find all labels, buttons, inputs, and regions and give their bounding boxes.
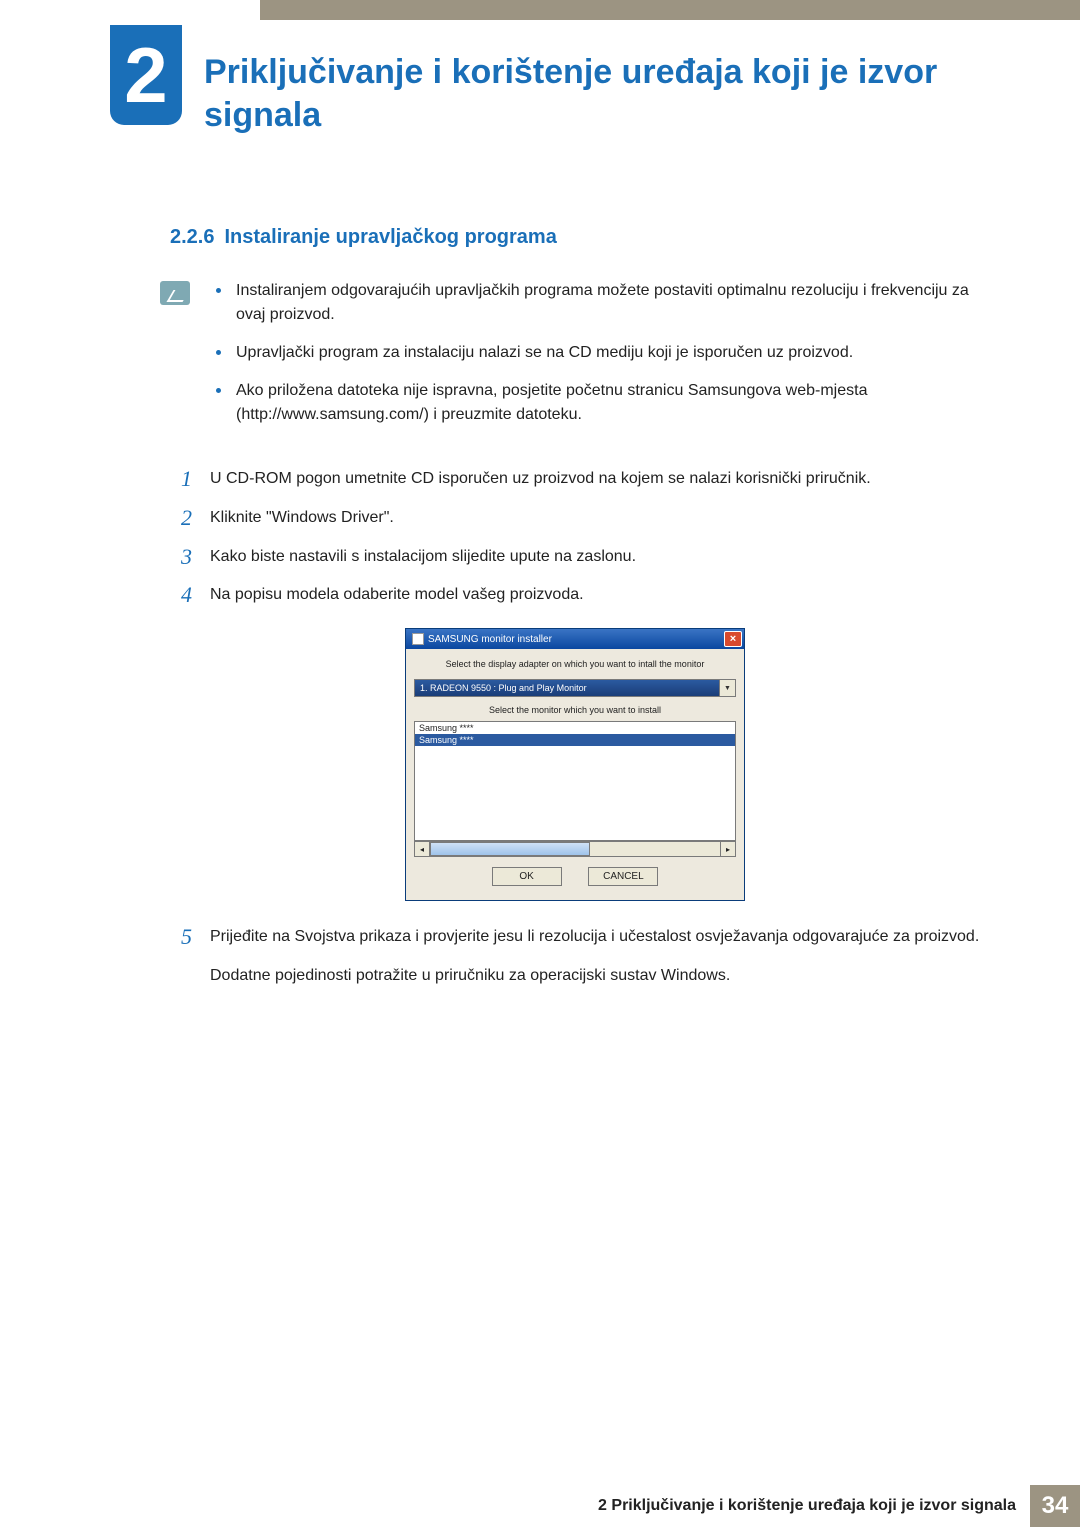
step-number: 3 [170, 545, 192, 569]
chapter-header: 2 Priključivanje i korištenje uređaja ko… [110, 25, 1020, 136]
adapter-select-value: 1. RADEON 9550 : Plug and Play Monitor [414, 679, 720, 697]
button-row: OK CANCEL [414, 857, 736, 892]
list-item[interactable]: Samsung **** [415, 722, 735, 734]
step-number: 2 [170, 506, 192, 530]
ok-button[interactable]: OK [492, 867, 562, 886]
installer-body: Select the display adapter on which you … [406, 649, 744, 900]
close-icon[interactable]: × [724, 631, 742, 647]
step-text: Kliknite "Windows Driver". [210, 506, 980, 531]
step-text: U CD-ROM pogon umetnite CD isporučen uz … [210, 467, 980, 492]
installer-label-adapter: Select the display adapter on which you … [414, 659, 736, 669]
installer-titlebar: SAMSUNG monitor installer × [406, 629, 744, 649]
chapter-number-badge: 2 [110, 25, 182, 125]
chevron-down-icon[interactable]: ▼ [720, 679, 736, 697]
step-text: Prijeđite na Svojstva prikaza i provjeri… [210, 925, 980, 950]
step-number: 1 [170, 467, 192, 491]
chapter-title: Priključivanje i korištenje uređaja koji… [204, 25, 990, 136]
step: 1 U CD-ROM pogon umetnite CD isporučen u… [170, 467, 980, 492]
section-heading: 2.2.6 Instaliranje upravljačkog programa [170, 226, 980, 249]
scroll-left-icon[interactable]: ◂ [414, 841, 430, 857]
note-bullet: Instaliranjem odgovarajućih upravljačkih… [214, 279, 980, 327]
section-title: Instaliranje upravljačkog programa [224, 226, 556, 248]
page-footer: 2 Priključivanje i korištenje uređaja ko… [0, 1485, 1080, 1527]
step-number: 5 [170, 925, 192, 949]
installer-window: SAMSUNG monitor installer × Select the d… [405, 628, 745, 901]
footer-text: 2 Priključivanje i korištenje uređaja ko… [598, 1487, 1016, 1525]
app-icon [412, 633, 424, 645]
installer-screenshot: SAMSUNG monitor installer × Select the d… [405, 628, 745, 901]
note-bullet: Upravljački program za instalaciju nalaz… [214, 341, 980, 365]
step: Dodatne pojedinosti potražite u priručni… [170, 964, 980, 989]
cancel-button[interactable]: CANCEL [588, 867, 658, 886]
note-block: Instaliranjem odgovarajućih upravljačkih… [160, 279, 980, 441]
note-icon [160, 281, 190, 305]
monitor-listbox[interactable]: Samsung **** Samsung **** [414, 721, 736, 841]
content: 2.2.6Instaliranje upravljačkog programa … [170, 226, 1020, 989]
horizontal-scrollbar[interactable]: ◂ ▸ [414, 841, 736, 857]
scroll-thumb[interactable] [430, 842, 590, 856]
step-text: Kako biste nastavili s instalacijom slij… [210, 545, 980, 570]
step-text: Na popisu modela odaberite model vašeg p… [210, 583, 980, 608]
step: 3 Kako biste nastavili s instalacijom sl… [170, 545, 980, 570]
list-item[interactable]: Samsung **** [415, 734, 735, 746]
installer-title: SAMSUNG monitor installer [428, 634, 552, 645]
step-text: Dodatne pojedinosti potražite u priručni… [210, 964, 980, 989]
note-bullets: Instaliranjem odgovarajućih upravljačkih… [214, 279, 980, 441]
scroll-right-icon[interactable]: ▸ [720, 841, 736, 857]
page-number: 34 [1030, 1485, 1080, 1527]
installer-label-monitor: Select the monitor which you want to ins… [414, 705, 736, 715]
page: 2 Priključivanje i korištenje uređaja ko… [0, 0, 1080, 1527]
adapter-select[interactable]: 1. RADEON 9550 : Plug and Play Monitor ▼ [414, 679, 736, 697]
note-bullet: Ako priložena datoteka nije ispravna, po… [214, 379, 980, 427]
step: 2 Kliknite "Windows Driver". [170, 506, 980, 531]
step-number: 4 [170, 583, 192, 607]
step: 4 Na popisu modela odaberite model vašeg… [170, 583, 980, 608]
step: 5 Prijeđite na Svojstva prikaza i provje… [170, 925, 980, 950]
steps-list: 1 U CD-ROM pogon umetnite CD isporučen u… [170, 467, 980, 989]
section-number: 2.2.6 [170, 226, 214, 248]
scroll-track[interactable] [430, 841, 720, 857]
